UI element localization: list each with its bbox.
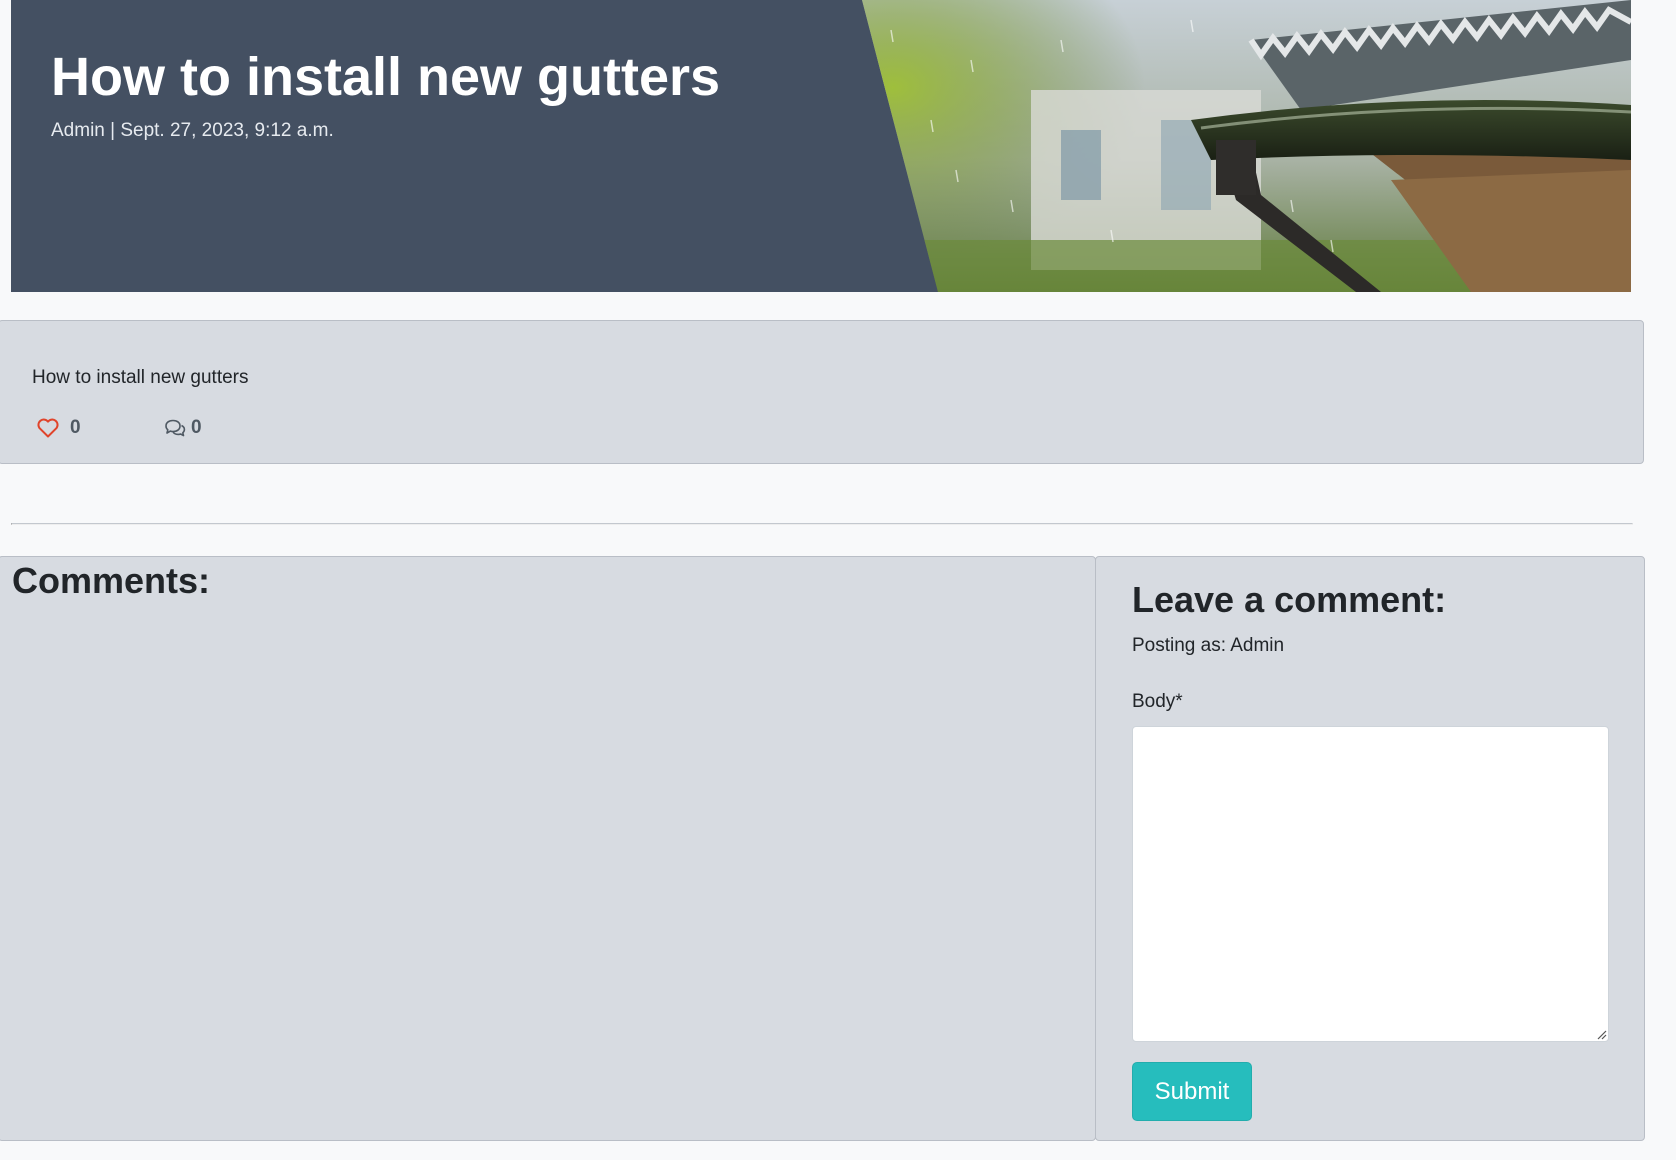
post-meta: Admin | Sept. 27, 2023, 9:12 a.m.	[51, 120, 334, 141]
comments-heading: Comments:	[12, 560, 211, 601]
post-body: How to install new gutters	[32, 367, 249, 388]
comment-count: 0	[191, 417, 202, 438]
comment-form-heading: Leave a comment:	[1132, 579, 1447, 620]
section-divider	[11, 523, 1633, 525]
like-count: 0	[70, 417, 81, 438]
body-label: Body*	[1132, 691, 1183, 712]
heart-outline-icon[interactable]	[36, 416, 60, 440]
comment-body-textarea[interactable]	[1132, 726, 1609, 1042]
comment-stat: 0	[163, 415, 202, 441]
resize-grip-icon[interactable]	[1596, 1029, 1607, 1040]
post-hero: How to install new gutters Admin | Sept.…	[11, 0, 1631, 292]
post-title: How to install new gutters	[51, 47, 721, 107]
posting-as-text: Posting as: Admin	[1132, 635, 1285, 656]
chat-bubbles-icon	[163, 416, 187, 440]
comments-panel: Comments:	[0, 556, 1096, 1141]
comment-form-panel: Leave a comment: Posting as: Admin Body*…	[1095, 556, 1645, 1141]
like-stat: 0	[36, 415, 81, 441]
submit-button[interactable]: Submit	[1132, 1062, 1252, 1121]
post-card: How to install new gutters 0 0	[0, 320, 1644, 464]
